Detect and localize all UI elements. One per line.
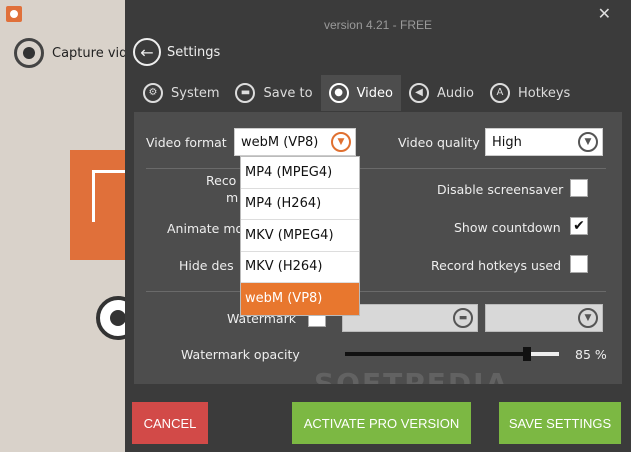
video-format-label: Video format — [146, 135, 227, 150]
chevron-down-icon[interactable]: ▼ — [578, 308, 598, 328]
cancel-button[interactable]: CANCEL — [132, 402, 208, 444]
tab-system[interactable]: ⚙ System — [135, 75, 227, 111]
tab-label: Video — [356, 85, 394, 101]
watermark-opacity-label: Watermark opacity — [181, 347, 300, 362]
divider — [146, 291, 606, 292]
watermark-opacity-slider[interactable] — [345, 347, 559, 361]
record-icon — [14, 38, 44, 68]
speaker-icon: ◀ — [409, 83, 430, 103]
tab-save-to[interactable]: ▬ Save to — [227, 75, 320, 111]
folder-icon: ▬ — [235, 83, 256, 103]
slider-handle[interactable] — [522, 347, 531, 361]
record-hotkeys-label: Record hotkeys used — [431, 258, 562, 273]
watermark-position-select[interactable]: ▼ — [485, 304, 603, 332]
preview-thumbnail — [70, 150, 132, 260]
tab-hotkeys[interactable]: A Hotkeys — [482, 75, 578, 111]
frame-icon — [92, 170, 128, 222]
checkmark-icon: ✔ — [573, 218, 585, 234]
video-settings-panel: Video format webM (VP8) ▼ Video quality … — [134, 112, 622, 400]
divider — [146, 168, 606, 169]
dialog-footer: CANCEL ACTIVATE PRO VERSION SAVE SETTING… — [125, 384, 631, 452]
back-to-main[interactable]: ← Settings — [133, 38, 220, 66]
settings-dialog: version 4.21 - FREE ✕ ← Settings ⚙ Syste… — [125, 0, 631, 452]
back-arrow-icon[interactable]: ← — [133, 38, 161, 66]
record-option-label: Reco — [206, 173, 237, 188]
capture-label: Capture vide — [52, 45, 136, 61]
tab-label: Audio — [437, 85, 474, 101]
format-option[interactable]: MP4 (MPEG4) — [241, 157, 359, 189]
record-icon: ● — [328, 83, 349, 103]
settings-title: Settings — [167, 44, 221, 60]
slider-fill — [345, 352, 527, 356]
app-logo-icon — [6, 6, 22, 22]
watermark-file-picker[interactable]: ▬ — [342, 304, 478, 332]
folder-icon[interactable]: ▬ — [453, 308, 473, 328]
tab-label: System — [171, 85, 220, 101]
settings-tabs: ⚙ System ▬ Save to ● Video ◀ Audio A Hot… — [135, 75, 578, 111]
save-settings-button[interactable]: SAVE SETTINGS — [499, 402, 621, 444]
tab-label: Hotkeys — [517, 85, 571, 101]
version-label: version 4.21 - FREE — [323, 18, 433, 32]
close-icon[interactable]: ✕ — [598, 4, 611, 23]
video-quality-label: Video quality — [398, 135, 480, 150]
gear-icon: ⚙ — [143, 83, 163, 103]
watermark-opacity-value: 85 % — [575, 347, 607, 362]
format-option[interactable]: MP4 (H264) — [241, 189, 359, 220]
tab-label: Save to — [263, 85, 313, 101]
tab-audio[interactable]: ◀ Audio — [401, 75, 482, 111]
video-format-select[interactable]: webM (VP8) ▼ — [234, 128, 356, 156]
show-countdown-checkbox[interactable]: ✔ — [570, 217, 588, 235]
activate-pro-button[interactable]: ACTIVATE PRO VERSION — [292, 402, 471, 444]
disable-screensaver-checkbox[interactable] — [570, 179, 588, 197]
format-option-selected[interactable]: webM (VP8) — [241, 283, 359, 315]
disable-screensaver-label: Disable screensaver — [437, 182, 564, 197]
animate-option-label: Animate mo — [167, 221, 244, 236]
video-quality-value: High — [492, 134, 522, 150]
video-format-dropdown: MP4 (MPEG4) MP4 (H264) MKV (MPEG4) MKV (… — [240, 156, 360, 316]
keyboard-icon: A — [489, 83, 510, 103]
record-option-label-2: m — [226, 190, 239, 205]
hide-desktop-label: Hide des — [179, 258, 234, 273]
chevron-down-icon[interactable]: ▼ — [331, 132, 351, 152]
chevron-down-icon[interactable]: ▼ — [578, 132, 598, 152]
format-option[interactable]: MKV (H264) — [241, 252, 359, 283]
tab-video[interactable]: ● Video — [320, 75, 402, 111]
capture-video-option[interactable]: Capture vide — [14, 38, 135, 68]
record-hotkeys-checkbox[interactable] — [570, 255, 588, 273]
video-format-value: webM (VP8) — [241, 134, 319, 150]
video-quality-select[interactable]: High ▼ — [485, 128, 603, 156]
format-option[interactable]: MKV (MPEG4) — [241, 220, 359, 252]
show-countdown-label: Show countdown — [454, 220, 561, 235]
